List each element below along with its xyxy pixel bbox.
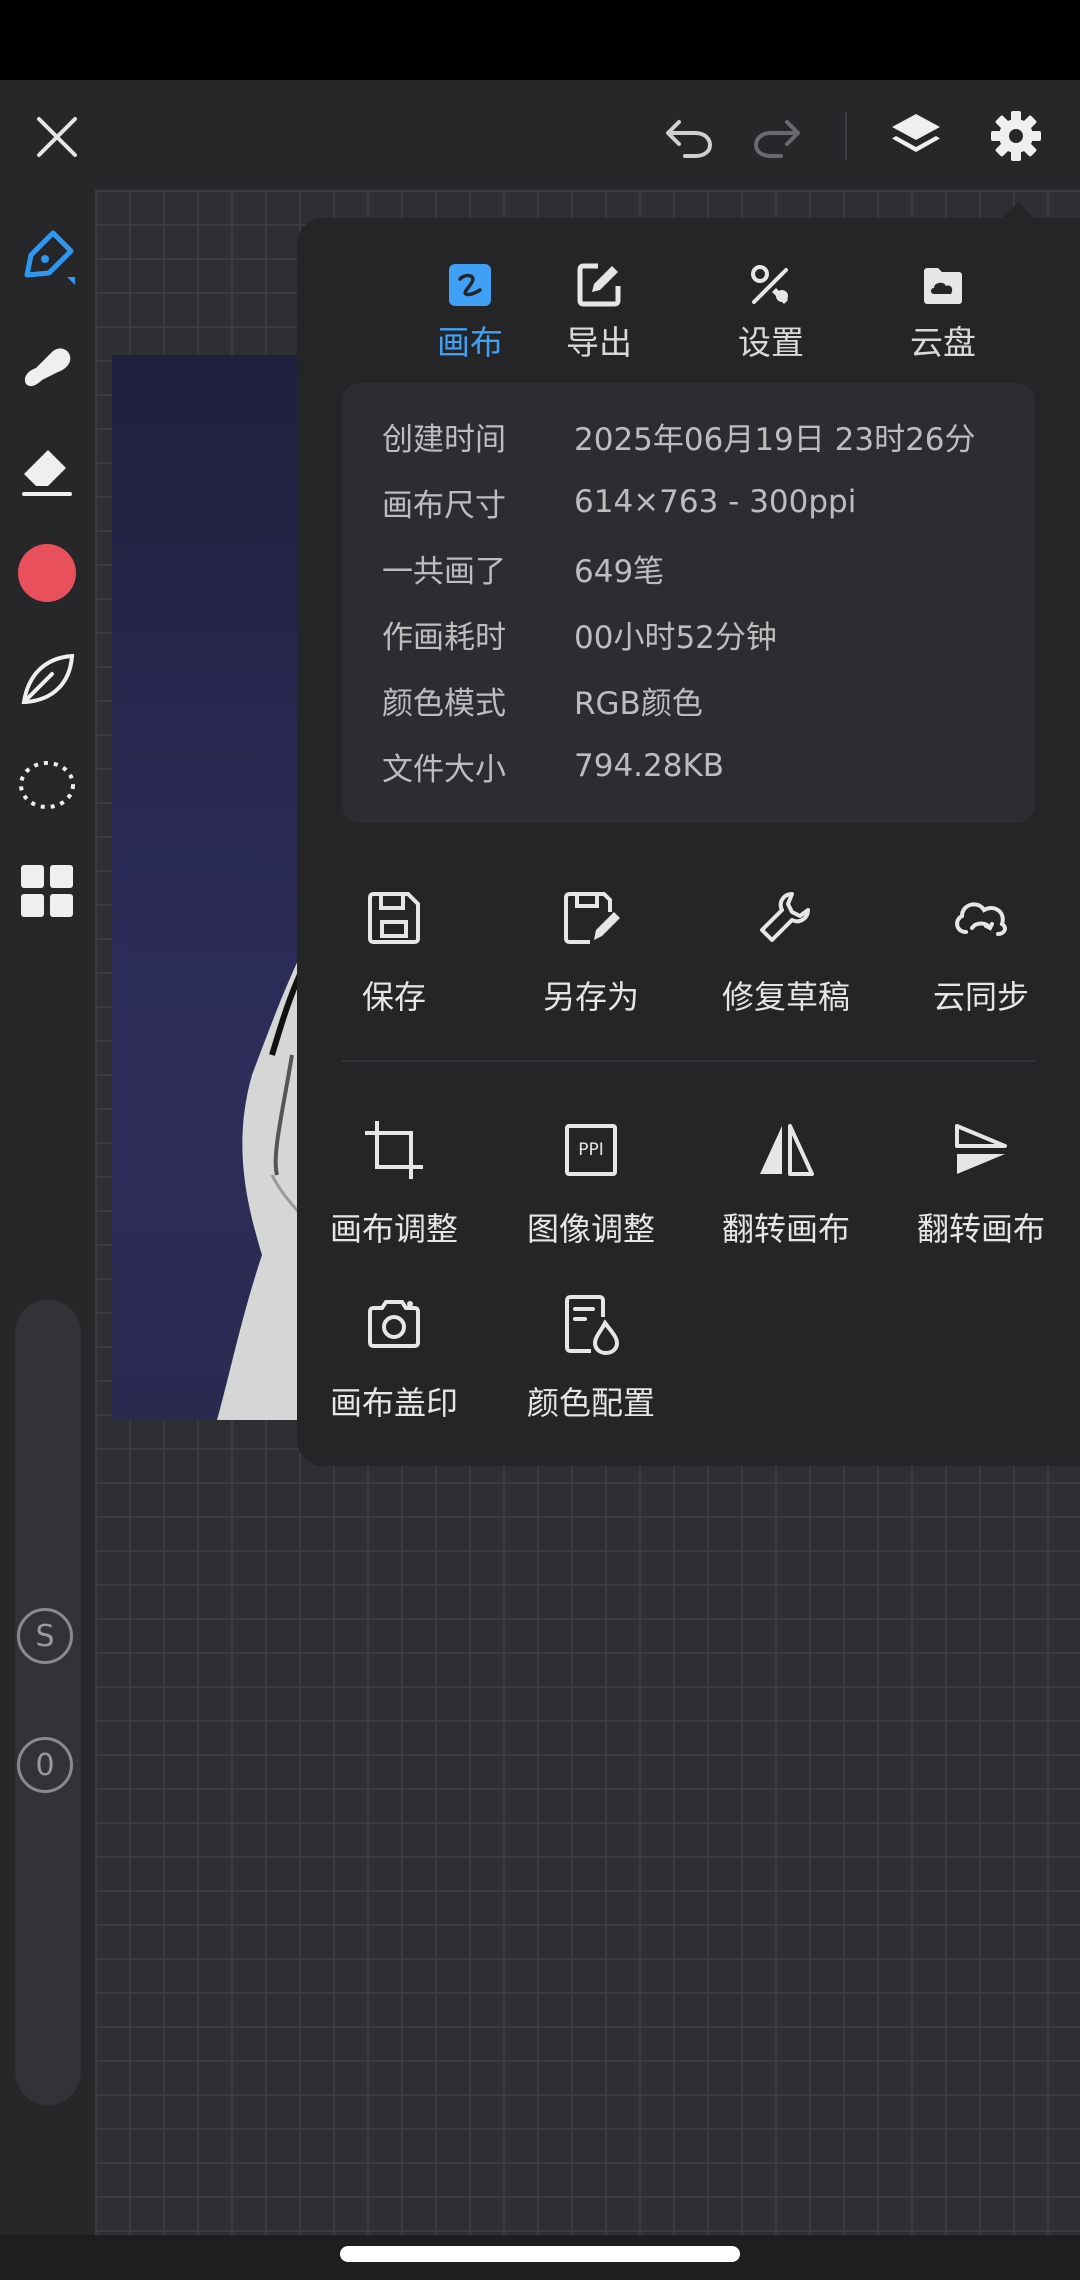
info-value: 649笔: [574, 553, 665, 590]
settings-tools-icon: [696, 246, 846, 308]
action-label: 画布盖印: [329, 1384, 458, 1422]
crop-icon: [299, 1110, 489, 1190]
zero-button[interactable]: 0: [17, 1737, 73, 1793]
save-as-button[interactable]: 另存为: [496, 878, 686, 1018]
canvas-info-card: 创建时间 2025年06月19日 23时26分 画布尺寸 614×763 - 3…: [342, 383, 1035, 823]
info-value: 614×763 - 300ppi: [574, 484, 857, 520]
action-label: 翻转画布: [916, 1210, 1045, 1248]
action-label: 图像调整: [526, 1210, 655, 1248]
info-value: 2025年06月19日 23时26分: [574, 421, 976, 458]
smudge-icon[interactable]: [14, 330, 80, 396]
action-label: 翻转画布: [721, 1210, 850, 1248]
grid-apps-icon[interactable]: [14, 858, 80, 924]
lasso-select-icon[interactable]: [14, 752, 80, 818]
action-label: 修复草稿: [721, 978, 850, 1016]
action-label: 画布调整: [329, 1210, 458, 1248]
tab-label: 导出: [566, 323, 632, 362]
info-row-strokes: 一共画了 649笔: [382, 535, 664, 601]
ppi-icon: PPI: [496, 1110, 686, 1190]
canvas-stamp-button[interactable]: 画布盖印: [299, 1284, 489, 1424]
color-profile-button[interactable]: 颜色配置: [496, 1284, 686, 1424]
info-label: 作画耗时: [382, 619, 506, 656]
gear-icon[interactable]: [984, 104, 1048, 168]
info-row-file-size: 文件大小 794.28KB: [382, 733, 724, 799]
action-label: 保存: [361, 978, 426, 1016]
save-button[interactable]: 保存: [299, 878, 489, 1018]
save-as-icon: [496, 878, 686, 958]
flip-vertical-button[interactable]: 翻转画布: [886, 1110, 1076, 1250]
top-divider: [845, 112, 847, 160]
flip-vertical-icon: [886, 1110, 1076, 1190]
eraser-icon[interactable]: [14, 436, 80, 502]
info-label: 一共画了: [382, 553, 506, 590]
home-indicator[interactable]: [340, 2246, 740, 2262]
brush-pen-icon[interactable]: [14, 224, 80, 290]
info-label: 颜色模式: [382, 685, 506, 722]
canvas-icon: [395, 246, 545, 308]
wrench-icon: [691, 878, 881, 958]
tab-label: 设置: [738, 323, 804, 362]
status-bar: [0, 0, 1080, 80]
color-profile-icon: [496, 1284, 686, 1364]
tab-cloud-drive[interactable]: 云盘: [868, 246, 1018, 376]
layers-icon[interactable]: [884, 104, 948, 168]
tab-settings[interactable]: 设置: [696, 246, 846, 376]
info-label: 画布尺寸: [382, 487, 506, 524]
save-icon: [299, 878, 489, 958]
cloud-sync-icon: [886, 878, 1076, 958]
repair-draft-button[interactable]: 修复草稿: [691, 878, 881, 1018]
info-value: 794.28KB: [574, 748, 725, 784]
canvas-settings-panel: 画布 导出 设置 云盘 创建时间 2025年06月19日 23时26分 画布尺寸…: [297, 218, 1080, 1466]
export-icon: [524, 246, 674, 308]
tab-label: 云盘: [910, 323, 976, 362]
color-swatch[interactable]: [14, 540, 80, 606]
ppi-icon-text: PPI: [565, 1124, 617, 1176]
s-button[interactable]: S: [17, 1608, 73, 1664]
canvas-adjust-button[interactable]: 画布调整: [299, 1110, 489, 1250]
action-label: 云同步: [932, 978, 1029, 1016]
info-row-duration: 作画耗时 00小时52分钟: [382, 601, 777, 667]
flip-horizontal-button[interactable]: 翻转画布: [691, 1110, 881, 1250]
image-adjust-button[interactable]: PPI 图像调整: [496, 1110, 686, 1250]
close-icon[interactable]: [28, 108, 86, 166]
tab-canvas[interactable]: 画布: [395, 246, 545, 376]
info-row-created: 创建时间 2025年06月19日 23时26分: [382, 403, 976, 469]
action-label: 颜色配置: [526, 1384, 655, 1422]
info-row-color-mode: 颜色模式 RGB颜色: [382, 667, 703, 733]
info-row-size: 画布尺寸 614×763 - 300ppi: [382, 469, 856, 535]
section-divider: [342, 1060, 1035, 1062]
redo-icon[interactable]: [748, 108, 806, 166]
undo-icon[interactable]: [660, 108, 718, 166]
flip-horizontal-icon: [691, 1110, 881, 1190]
cloud-drive-icon: [868, 246, 1018, 308]
tab-label: 画布: [437, 323, 503, 362]
info-value: 00小时52分钟: [574, 619, 777, 656]
info-label: 创建时间: [382, 421, 506, 458]
tab-export[interactable]: 导出: [524, 246, 674, 376]
info-value: RGB颜色: [574, 685, 703, 722]
camera-icon: [299, 1284, 489, 1364]
leaf-brush-icon[interactable]: [14, 646, 80, 712]
brush-size-slider[interactable]: [15, 1300, 81, 2105]
action-label: 另存为: [542, 978, 639, 1016]
info-label: 文件大小: [382, 751, 506, 788]
cloud-sync-button[interactable]: 云同步: [886, 878, 1076, 1018]
